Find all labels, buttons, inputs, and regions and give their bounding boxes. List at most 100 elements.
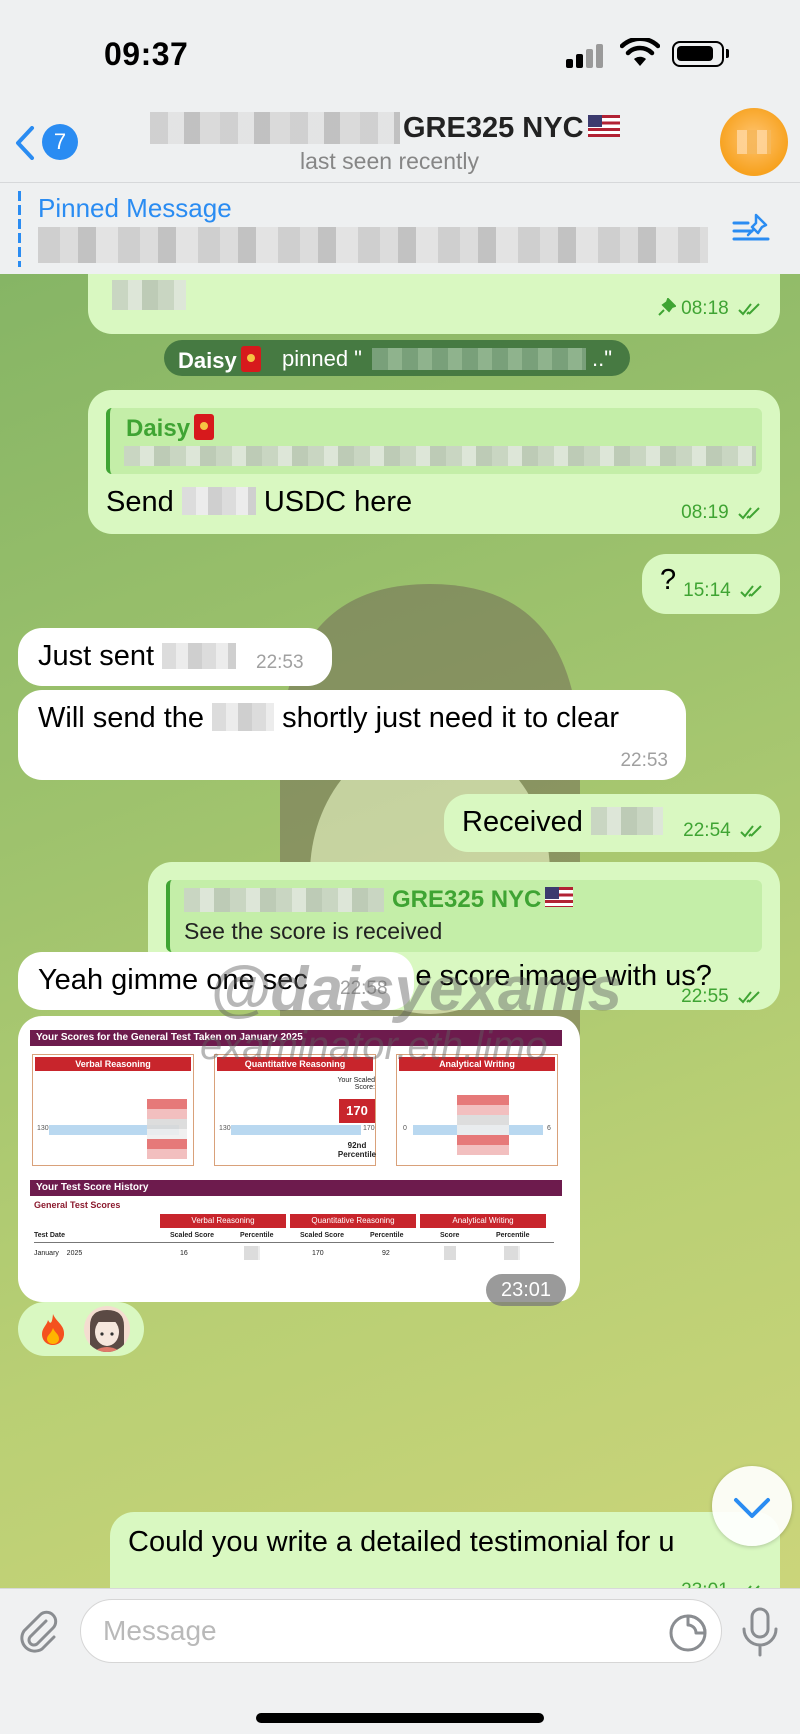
status-bar: 09:37 — [0, 0, 800, 100]
message-text: ? — [660, 564, 677, 596]
message-bubble-outgoing[interactable]: ? 15:14 — [642, 554, 780, 614]
redacted-amount — [181, 487, 256, 515]
service-message-pinned: Daisy pinned " .." — [164, 340, 630, 376]
message-time: 22:53 — [620, 750, 668, 771]
message-reactions[interactable] — [18, 1302, 144, 1356]
quant-header: Quantitative Reasoning — [217, 1057, 373, 1071]
service-tail: .." — [592, 346, 613, 371]
verbal-redacted-score — [147, 1099, 187, 1159]
us-flag-icon — [545, 887, 574, 907]
message-meta: 08:18 — [658, 297, 764, 320]
home-indicator — [256, 1713, 544, 1723]
us-flag-icon — [587, 115, 620, 137]
message-text: Yeah gimme one sec — [38, 964, 308, 996]
scaled-score-label: Your Scaled Score: — [337, 1077, 376, 1091]
battery-icon — [672, 41, 729, 67]
message-meta: 08:19 — [681, 502, 764, 524]
verbal-section: Verbal Reasoning 130 — [32, 1054, 194, 1166]
col-verbal-scaled: Scaled Score — [170, 1232, 214, 1239]
col-test-date: Test Date — [34, 1232, 65, 1239]
history-verbal-header: Verbal Reasoning — [160, 1214, 286, 1228]
col-quant-percentile: Percentile — [370, 1232, 404, 1239]
row-quant-score: 170 — [312, 1250, 324, 1257]
quant-min-tick: 130 — [219, 1125, 231, 1132]
redacted-writing-score — [444, 1246, 456, 1260]
redacted-text — [124, 446, 756, 466]
writing-redacted-score — [457, 1095, 509, 1155]
history-divider — [34, 1242, 554, 1243]
reply-quote[interactable]: Daisy — [106, 408, 762, 474]
chat-area[interactable]: 08:18 Daisy pinned " .." Daisy Send USDC… — [0, 274, 800, 1588]
message-meta: 22:54 — [683, 820, 766, 842]
redacted-verbal-percentile — [244, 1246, 260, 1260]
history-writing-header: Analytical Writing — [420, 1214, 546, 1228]
reply-text: See the score is received — [184, 918, 443, 944]
quant-section: Quantitative Reasoning 130 170 Your Scal… — [214, 1054, 376, 1166]
redacted-name — [150, 112, 400, 144]
microphone-icon[interactable] — [740, 1607, 780, 1657]
row-quant-percentile: 92 — [382, 1250, 390, 1257]
quant-percentile-value: 92nd — [347, 1141, 367, 1150]
chat-header: 7 GRE325 NYC last seen recently — [0, 100, 800, 182]
quant-percentile-word: Percentile — [337, 1150, 377, 1159]
redacted-amount — [162, 643, 237, 669]
row-verbal-score: 16 — [180, 1250, 188, 1257]
quant-max-tick: 170 — [363, 1125, 375, 1132]
service-author: Daisy — [178, 346, 261, 374]
contact-name: GRE325 NYC — [403, 112, 620, 145]
message-bubble-outgoing[interactable]: 08:18 — [88, 274, 780, 334]
message-text: Just sent — [38, 640, 237, 673]
unread-badge: 7 — [42, 124, 78, 160]
redacted-amount — [590, 807, 663, 835]
double-check-icon — [738, 991, 760, 1004]
message-meta: 22:55 — [681, 986, 764, 1008]
quant-score-box: 170 — [339, 1099, 375, 1123]
col-quant-scaled: Scaled Score — [300, 1232, 344, 1239]
message-time: 22:58 — [340, 978, 388, 999]
pinned-label: Pinned Message — [38, 193, 232, 223]
reply-quote[interactable]: GRE325 NYC See the score is received — [166, 880, 762, 952]
redacted-text — [184, 888, 384, 912]
redacted-text — [112, 280, 186, 310]
sticker-icon[interactable] — [668, 1613, 708, 1653]
back-chevron-icon — [16, 126, 34, 160]
contact-avatar[interactable] — [720, 108, 788, 176]
message-bubble-outgoing[interactable]: Could you write a detailed testimonial f… — [110, 1512, 780, 1588]
message-text: Will send the shortly just need it to cl… — [38, 702, 620, 734]
message-meta: 15:14 — [683, 580, 766, 602]
writing-max-tick: 6 — [547, 1125, 551, 1132]
double-check-icon — [740, 825, 762, 838]
message-composer — [0, 1588, 800, 1734]
message-text: Could you write a detailed testimonial f… — [128, 1526, 675, 1558]
pinned-indicator — [18, 191, 21, 267]
message-time: 22:53 — [256, 652, 304, 673]
col-writing-score: Score — [440, 1232, 460, 1239]
quant-scale-bar — [231, 1125, 361, 1135]
pin-list-icon[interactable] — [732, 211, 772, 247]
red-envelope-icon — [240, 346, 261, 372]
row-test-date: January 2025 — [34, 1250, 83, 1257]
redacted-writing-percentile — [504, 1246, 520, 1260]
message-meta: 23:01 — [681, 1580, 764, 1588]
col-verbal-percentile: Percentile — [240, 1232, 274, 1239]
pinned-message-bar[interactable]: Pinned Message — [0, 182, 800, 274]
chat-title[interactable]: GRE325 NYC — [150, 108, 650, 148]
reply-author: Daisy — [126, 414, 215, 443]
message-bubble-incoming[interactable]: Will send the shortly just need it to cl… — [18, 690, 686, 780]
last-seen-status: last seen recently — [300, 148, 479, 174]
wifi-icon — [620, 38, 660, 66]
history-title: Your Test Score History — [30, 1180, 562, 1196]
writing-section: Analytical Writing 0 6 — [396, 1054, 558, 1166]
back-button[interactable]: 7 — [14, 122, 84, 162]
message-bubble-incoming[interactable]: Yeah gimme one sec 22:58 — [18, 952, 414, 1010]
message-input[interactable] — [80, 1599, 722, 1663]
score-report-image[interactable]: Your Scores for the General Test Taken o… — [30, 1028, 562, 1276]
scroll-to-bottom-button[interactable] — [712, 1466, 792, 1546]
verbal-min-tick: 130 — [37, 1125, 49, 1132]
attach-paperclip-icon[interactable] — [16, 1609, 62, 1655]
writing-header: Analytical Writing — [399, 1057, 555, 1071]
pin-icon — [658, 297, 677, 316]
message-bubble-outgoing[interactable]: Received 22:54 — [444, 794, 780, 852]
message-bubble-incoming[interactable]: Just sent 22:53 — [18, 628, 332, 686]
message-bubble-outgoing[interactable]: Daisy Send USDC here 08:19 — [88, 390, 780, 534]
